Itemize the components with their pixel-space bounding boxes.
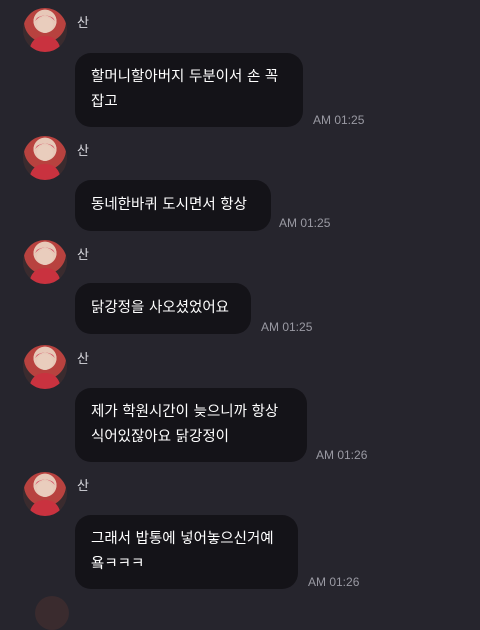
message-bubble[interactable]: 그래서 밥통에 넣어놓으신거예 욬ㅋㅋㅋ bbox=[75, 515, 298, 589]
message-time: AM 01:26 bbox=[316, 448, 368, 462]
avatar[interactable] bbox=[23, 472, 67, 516]
avatar[interactable] bbox=[23, 136, 67, 180]
avatar[interactable] bbox=[23, 345, 67, 389]
message-bubble[interactable]: 제가 학원시간이 늦으니까 항상 식어있잖아요 닭강정이 bbox=[75, 388, 307, 462]
sender-name: 산 bbox=[77, 248, 89, 263]
sender-name: 산 bbox=[77, 479, 89, 494]
message-line: 식어있잖아요 닭강정이 bbox=[91, 429, 230, 445]
message-line: 닭강정을 사오셨었어요 bbox=[91, 300, 230, 316]
message-bubble[interactable]: 동네한바퀴 도시면서 항상 bbox=[75, 180, 271, 231]
message-time: AM 01:26 bbox=[308, 575, 360, 589]
sender-name: 산 bbox=[77, 352, 89, 367]
message-line: 잡고 bbox=[91, 94, 118, 110]
message-time: AM 01:25 bbox=[261, 320, 313, 334]
avatar[interactable] bbox=[23, 240, 67, 284]
sender-name: 산 bbox=[77, 144, 89, 159]
message-line: 할머니할아버지 두분이서 손 꼭 bbox=[91, 69, 279, 85]
message-line: 동네한바퀴 도시면서 항상 bbox=[91, 197, 247, 213]
avatar[interactable] bbox=[35, 596, 69, 630]
sender-name: 산 bbox=[77, 16, 89, 31]
message-bubble[interactable]: 할머니할아버지 두분이서 손 꼭 잡고 bbox=[75, 53, 303, 127]
message-time: AM 01:25 bbox=[313, 113, 365, 127]
message-bubble[interactable]: 닭강정을 사오셨었어요 bbox=[75, 283, 251, 334]
message-time: AM 01:25 bbox=[279, 216, 331, 230]
message-line: 그래서 밥통에 넣어놓으신거예 bbox=[91, 531, 274, 547]
message-line: 욬ㅋㅋㅋ bbox=[91, 556, 145, 572]
avatar[interactable] bbox=[23, 8, 67, 52]
message-line: 제가 학원시간이 늦으니까 항상 bbox=[91, 404, 279, 420]
